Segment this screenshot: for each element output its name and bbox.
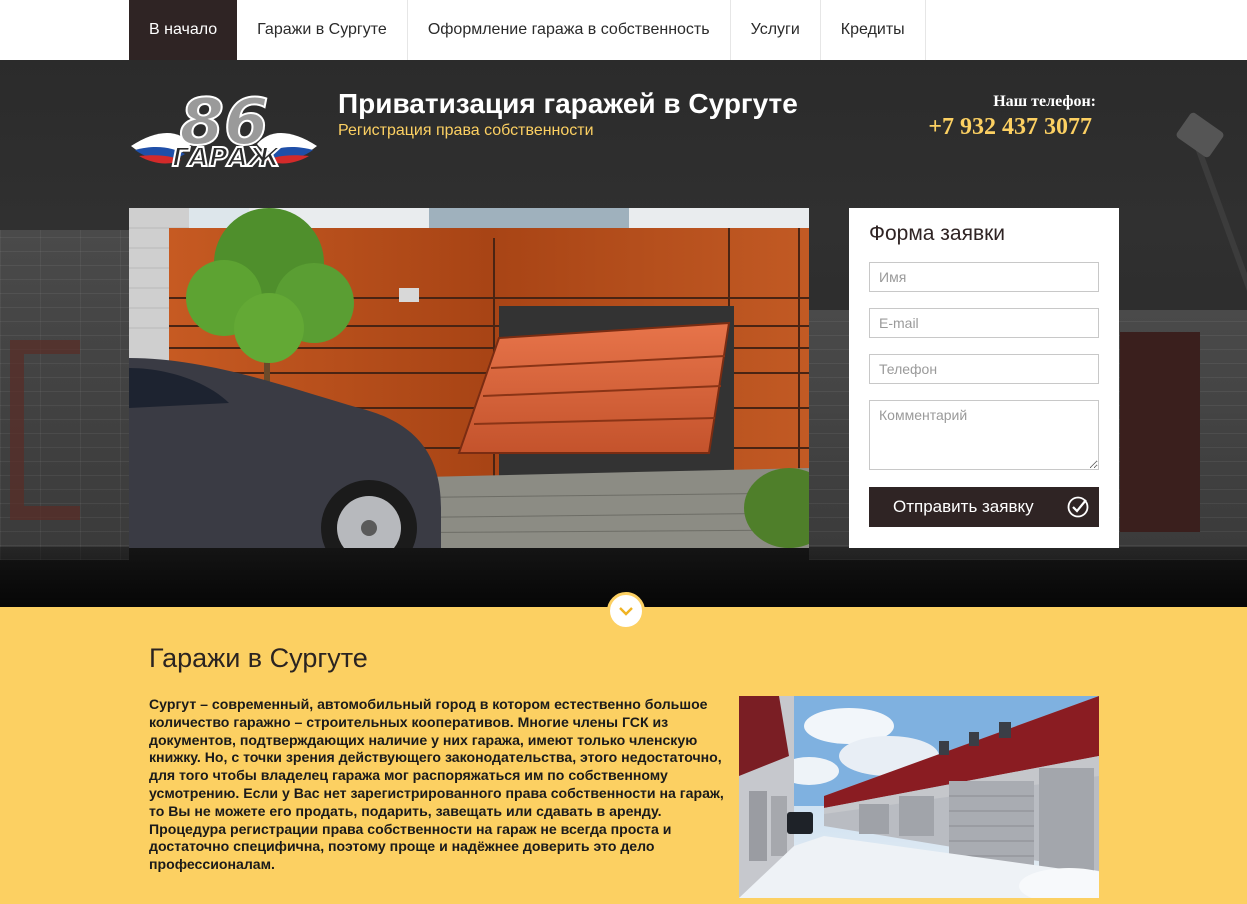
nav-item-garages-surgut[interactable]: Гаражи в Сургуте <box>237 0 408 60</box>
comment-input[interactable] <box>869 400 1099 470</box>
section-title: Гаражи в Сургуте <box>149 643 368 673</box>
site-title: Приватизация гаражей в Сургуте <box>338 88 798 119</box>
site-logo[interactable]: 86 ГАРАЖ <box>129 85 319 180</box>
logo-icon: 86 ГАРАЖ <box>131 85 317 174</box>
chevron-down-icon <box>619 607 633 616</box>
site-subtitle: Регистрация права собственности <box>338 122 594 139</box>
hero-section: 86 ГАРАЖ Приватизация гаражей в Сургуте … <box>0 60 1247 607</box>
hero-garage-photo <box>129 208 809 548</box>
nav-item-services[interactable]: Услуги <box>731 0 821 60</box>
top-navigation-bar: В начало Гаражи в Сургуте Оформление гар… <box>0 0 1247 60</box>
phone-label: Наш телефон: <box>993 93 1096 110</box>
scroll-down-button[interactable] <box>607 592 645 630</box>
phone-number[interactable]: +7 932 437 3077 <box>900 114 1092 141</box>
check-circle-icon <box>1067 496 1089 518</box>
submit-button-label: Отправить заявку <box>893 497 1034 516</box>
form-title: Форма заявки <box>869 222 1006 245</box>
name-input[interactable] <box>869 262 1099 292</box>
garage-photo-image <box>129 208 809 548</box>
phone-input[interactable] <box>869 354 1099 384</box>
email-input[interactable] <box>869 308 1099 338</box>
hero-background-door <box>1120 332 1200 532</box>
request-form: Форма заявки Отправить заявку <box>849 208 1119 548</box>
main-menu: В начало Гаражи в Сургуте Оформление гар… <box>129 0 926 60</box>
garage-row-image <box>739 696 1099 898</box>
nav-item-garage-ownership[interactable]: Оформление гаража в собственность <box>408 0 731 60</box>
hero-background-wall <box>0 230 129 560</box>
garages-street-photo <box>739 696 1099 898</box>
street-lamp <box>1175 111 1225 159</box>
svg-text:ГАРАЖ: ГАРАЖ <box>172 143 281 173</box>
article-text: Сургут – современный, автомобильный горо… <box>149 696 724 873</box>
submit-request-button[interactable]: Отправить заявку <box>869 487 1099 527</box>
nav-item-credits[interactable]: Кредиты <box>821 0 926 60</box>
nav-item-home[interactable]: В начало <box>129 0 238 60</box>
street-lamp-pole <box>1194 144 1247 316</box>
